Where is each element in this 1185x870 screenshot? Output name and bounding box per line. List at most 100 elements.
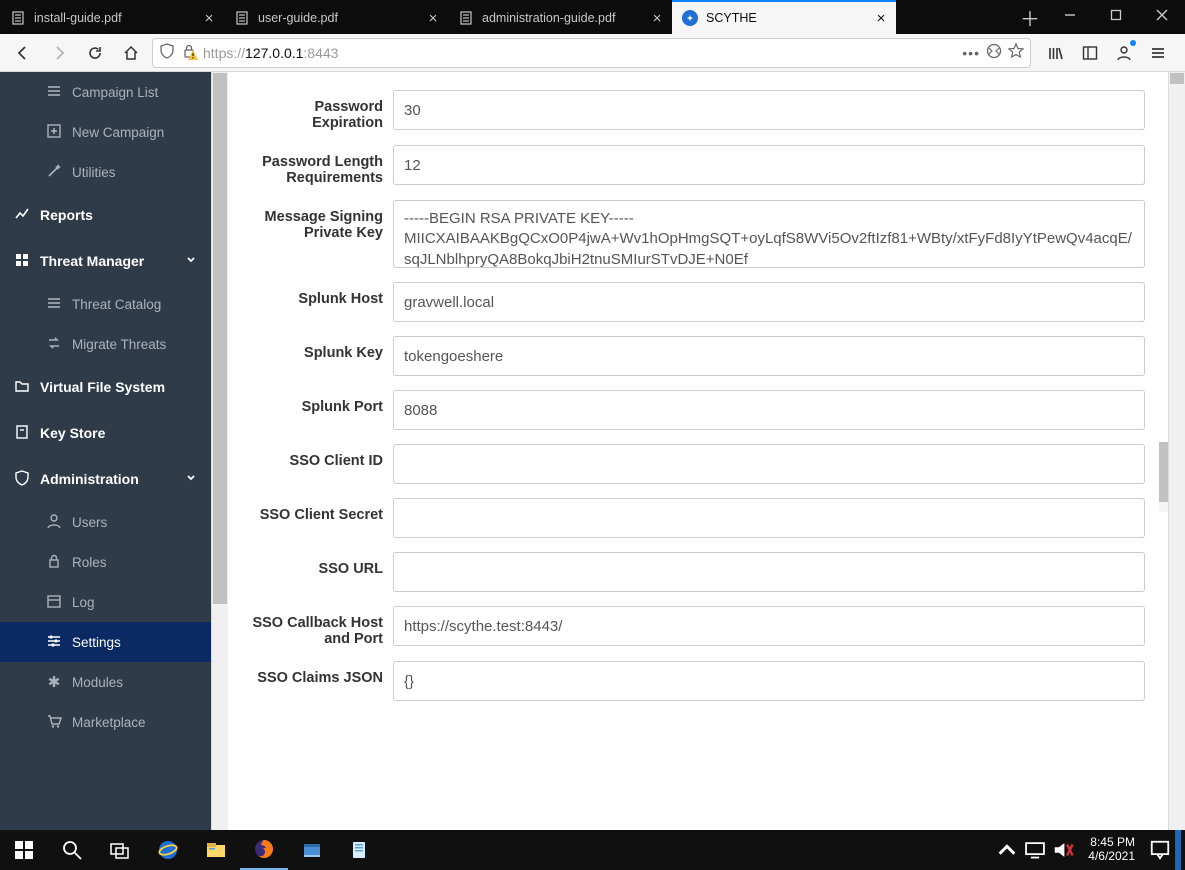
window-close-button[interactable] <box>1139 0 1185 30</box>
box-icon <box>14 424 30 443</box>
password-expiration-field[interactable] <box>393 90 1145 130</box>
password-length-field[interactable] <box>393 145 1145 185</box>
page-scrollbar[interactable] <box>1168 72 1185 830</box>
form-row: Message Signing Private Key <box>248 200 1145 268</box>
browser-tab-3[interactable]: ✦SCYTHE× <box>672 0 896 34</box>
sso-url-field[interactable] <box>393 552 1145 592</box>
gear-icon: ✱ <box>46 673 62 691</box>
home-button[interactable] <box>116 38 146 68</box>
tray-notifications-icon[interactable] <box>1147 839 1173 861</box>
chevron-down-icon <box>185 253 197 269</box>
taskbar-app-5[interactable] <box>336 830 384 870</box>
tab-close-button[interactable]: × <box>872 9 890 27</box>
browser-tab-1[interactable]: user-guide.pdf × <box>224 0 448 34</box>
form-row: Splunk Host <box>248 282 1145 322</box>
shield-icon <box>14 470 30 489</box>
menu-icon[interactable] <box>1143 38 1173 68</box>
tray-clock[interactable]: 8:45 PM 4/6/2021 <box>1078 836 1145 864</box>
sidebar-item-vfs[interactable]: Virtual File System <box>0 364 211 410</box>
tracking-shield-icon[interactable] <box>159 43 175 62</box>
sidebar-item-utilities[interactable]: Utilities <box>0 152 211 192</box>
sidebar-item-reports[interactable]: Reports <box>0 192 211 238</box>
browser-tab-0[interactable]: install-guide.pdf× <box>0 0 224 34</box>
tab-close-button[interactable]: × <box>424 9 442 27</box>
task-view-button[interactable] <box>96 830 144 870</box>
sidebar-scrollbar[interactable] <box>211 72 228 830</box>
search-button[interactable] <box>48 830 96 870</box>
page-actions-icon[interactable]: ••• <box>962 45 980 61</box>
calendar-icon <box>46 593 62 612</box>
form-label: Splunk Key <box>248 336 393 361</box>
new-tab-button[interactable]: ＋ <box>1013 0 1047 34</box>
sidebar-item-label: New Campaign <box>72 125 164 140</box>
tray-display-icon[interactable] <box>1022 839 1048 861</box>
window-minimize-button[interactable] <box>1047 0 1093 30</box>
sidebar-item-keystore[interactable]: Key Store <box>0 410 211 456</box>
reload-button[interactable] <box>80 38 110 68</box>
sidebar-item-migrate-threats[interactable]: Migrate Threats <box>0 324 211 364</box>
sidebar-item-label: Virtual File System <box>40 379 165 395</box>
sidebar-item-log[interactable]: Log <box>0 582 211 622</box>
form-label: Message Signing Private Key <box>248 200 393 241</box>
form-row: Password Length Requirements <box>248 145 1145 186</box>
form-label: SSO Claims JSON <box>248 661 393 686</box>
mid-scrollbar[interactable] <box>1159 442 1168 512</box>
tray-volume-icon[interactable] <box>1050 839 1076 861</box>
private-key-field[interactable] <box>393 200 1145 268</box>
sidebar-item-campaign-list[interactable]: Campaign List <box>0 72 211 112</box>
sidebar-item-label: Users <box>72 515 107 530</box>
sidebar-item-settings[interactable]: Settings <box>0 622 211 662</box>
sso-callback-field[interactable] <box>393 606 1145 646</box>
browser-tab-label: user-guide.pdf <box>258 11 416 25</box>
tray-time: 8:45 PM <box>1088 836 1135 850</box>
window-maximize-button[interactable] <box>1093 0 1139 30</box>
chevron-down-icon <box>185 471 197 487</box>
splunk-host-field[interactable] <box>393 282 1145 322</box>
sidebar-item-administration[interactable]: Administration <box>0 456 211 502</box>
cart-icon <box>46 713 62 732</box>
tab-close-button[interactable]: × <box>200 9 218 27</box>
splunk-port-field[interactable] <box>393 390 1145 430</box>
sidebar-item-label: Settings <box>72 635 121 650</box>
taskbar-app-firefox[interactable] <box>240 830 288 870</box>
sidebar-item-label: Utilities <box>72 165 116 180</box>
taskbar-app-4[interactable] <box>288 830 336 870</box>
wand-icon <box>46 163 62 182</box>
form-label: Password Expiration <box>248 90 393 131</box>
lock-warning-icon[interactable] <box>181 43 197 62</box>
sidebar-item-threat-manager[interactable]: Threat Manager <box>0 238 211 284</box>
browser-tab-bar: install-guide.pdf×user-guide.pdf×adminis… <box>0 0 1185 34</box>
address-bar[interactable]: https:// 127.0.0.1 :8443 ••• <box>152 38 1031 68</box>
sso-claims-json-field[interactable] <box>393 661 1145 701</box>
reader-mode-icon[interactable] <box>986 43 1002 62</box>
sidebar-item-marketplace[interactable]: Marketplace <box>0 702 211 742</box>
account-icon[interactable] <box>1109 38 1139 68</box>
tab-close-button[interactable]: × <box>648 9 666 27</box>
splunk-key-field[interactable] <box>393 336 1145 376</box>
sidebar-item-new-campaign[interactable]: New Campaign <box>0 112 211 152</box>
form-row: Splunk Port <box>248 390 1145 430</box>
sso-client-secret-field[interactable] <box>393 498 1145 538</box>
back-button[interactable] <box>8 38 38 68</box>
show-desktop-button[interactable] <box>1175 830 1181 870</box>
library-icon[interactable] <box>1041 38 1071 68</box>
start-button[interactable] <box>0 830 48 870</box>
bookmark-star-icon[interactable] <box>1008 43 1024 62</box>
browser-tab-label: administration-guide.pdf <box>482 11 640 25</box>
sidebar-panel-icon[interactable] <box>1075 38 1105 68</box>
form-label: SSO Client Secret <box>248 498 393 523</box>
sidebar-item-modules[interactable]: ✱Modules <box>0 662 211 702</box>
taskbar-app-explorer[interactable] <box>192 830 240 870</box>
tray-chevron-icon[interactable] <box>994 839 1020 861</box>
sidebar-item-users[interactable]: Users <box>0 502 211 542</box>
form-row: Password Expiration <box>248 90 1145 131</box>
taskbar-app-ie[interactable] <box>144 830 192 870</box>
sso-client-id-field[interactable] <box>393 444 1145 484</box>
sidebar-item-roles[interactable]: Roles <box>0 542 211 582</box>
list-icon <box>46 83 62 102</box>
forward-button[interactable] <box>44 38 74 68</box>
browser-tab-2[interactable]: administration-guide.pdf × <box>448 0 672 34</box>
chart-icon <box>14 206 30 225</box>
sidebar-item-threat-catalog[interactable]: Threat Catalog <box>0 284 211 324</box>
pdf-icon <box>458 10 474 26</box>
